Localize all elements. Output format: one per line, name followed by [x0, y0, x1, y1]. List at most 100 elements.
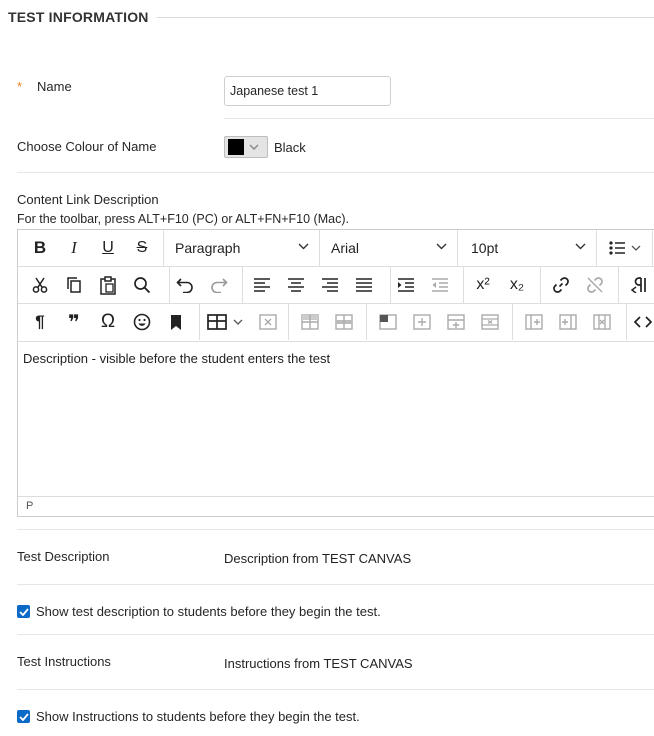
- redo-icon: [211, 278, 228, 293]
- italic-button[interactable]: I: [60, 230, 88, 266]
- justify-icon: [356, 278, 372, 292]
- divider: [17, 689, 654, 690]
- align-right-icon: [322, 278, 338, 292]
- table-cell-properties-button[interactable]: [330, 304, 358, 340]
- divider: [224, 118, 654, 119]
- align-center-button[interactable]: [282, 267, 310, 303]
- table-row-icon: [301, 314, 319, 330]
- copy-button[interactable]: [60, 267, 88, 303]
- insert-link-button[interactable]: [546, 267, 576, 303]
- editor-content[interactable]: Description - visible before the student…: [23, 351, 330, 366]
- clipboard-icon: [100, 275, 116, 295]
- block-format-select[interactable]: Paragraph: [164, 230, 319, 266]
- block-format-value: Paragraph: [175, 240, 241, 256]
- subscript-button[interactable]: x₂: [502, 267, 532, 303]
- show-description-label[interactable]: Show test description to students before…: [36, 604, 381, 619]
- blockquote-button[interactable]: ❞: [60, 304, 88, 340]
- undo-icon: [176, 278, 193, 293]
- paste-button[interactable]: [94, 267, 122, 303]
- cut-button[interactable]: [26, 267, 54, 303]
- table-insert-column-icon: [525, 314, 543, 330]
- name-input[interactable]: [224, 76, 391, 106]
- colour-label: Choose Colour of Name: [17, 139, 157, 154]
- bookmark-icon: [171, 314, 181, 330]
- emoticons-button[interactable]: [128, 304, 156, 340]
- divider: [17, 172, 654, 173]
- text-direction-button[interactable]: [624, 267, 654, 303]
- delete-row-button[interactable]: [476, 304, 504, 340]
- show-instructions-label[interactable]: Show Instructions to students before the…: [36, 709, 360, 724]
- strikethrough-button[interactable]: S: [128, 230, 156, 266]
- font-family-select[interactable]: Arial: [320, 230, 457, 266]
- toolbar-row-1: B I U S Paragraph Arial 10pt: [18, 230, 654, 267]
- indent-button[interactable]: [392, 267, 420, 303]
- table-insert-column-after-icon: [559, 314, 577, 330]
- divider: [17, 529, 654, 530]
- show-description-checkbox[interactable]: [17, 605, 30, 618]
- colour-value: Black: [274, 140, 306, 155]
- superscript-button[interactable]: x²: [468, 267, 498, 303]
- unlink-icon: [587, 277, 603, 293]
- test-instructions-value: Instructions from TEST CANVAS: [224, 656, 413, 671]
- chevron-down-icon: [244, 144, 264, 150]
- font-size-select[interactable]: 10pt: [458, 230, 596, 266]
- link-icon: [553, 277, 569, 293]
- copy-icon: [67, 277, 81, 293]
- delete-table-button[interactable]: [254, 304, 282, 340]
- insert-table-button[interactable]: [204, 304, 248, 340]
- test-description-value: Description from TEST CANVAS: [224, 551, 412, 566]
- name-label: Name: [37, 79, 72, 94]
- content-link-label: Content Link Description: [17, 192, 159, 207]
- redo-button[interactable]: [204, 267, 234, 303]
- divider: [17, 584, 654, 585]
- align-left-button[interactable]: [248, 267, 276, 303]
- section-divider: [157, 17, 654, 18]
- outdent-icon: [432, 278, 448, 292]
- outdent-button[interactable]: [426, 267, 454, 303]
- toolbar-row-2: x² x₂: [18, 267, 654, 304]
- insert-row-before-button[interactable]: [442, 304, 470, 340]
- paragraph-direction-icon: [630, 277, 646, 293]
- source-code-button[interactable]: [630, 304, 654, 340]
- toolbar-hint: For the toolbar, press ALT+F10 (PC) or A…: [17, 212, 349, 226]
- undo-button[interactable]: [170, 267, 200, 303]
- remove-link-button[interactable]: [580, 267, 610, 303]
- table-row-properties-button[interactable]: [296, 304, 324, 340]
- delete-column-button[interactable]: [588, 304, 616, 340]
- chevron-down-icon: [436, 243, 447, 250]
- smiley-icon: [133, 313, 151, 331]
- font-size-value: 10pt: [471, 240, 499, 256]
- chevron-down-icon: [575, 243, 586, 250]
- table-insert-row-icon: [447, 314, 465, 330]
- checkmark-icon: [18, 712, 29, 721]
- underline-button[interactable]: U: [94, 230, 122, 266]
- merge-cells-button[interactable]: [374, 304, 402, 340]
- code-icon: [633, 316, 652, 328]
- table-split-icon: [413, 314, 431, 330]
- search-icon: [134, 277, 151, 294]
- bullet-list-icon: [609, 241, 641, 255]
- divider: [17, 634, 654, 635]
- bullet-list-button[interactable]: [602, 230, 650, 266]
- find-button[interactable]: [128, 267, 156, 303]
- anchor-button[interactable]: [162, 304, 190, 340]
- table-cell-icon: [335, 314, 353, 330]
- align-center-icon: [288, 278, 304, 292]
- insert-column-after-button[interactable]: [554, 304, 582, 340]
- font-family-value: Arial: [331, 240, 360, 256]
- colour-picker-button[interactable]: [224, 136, 268, 158]
- show-blocks-button[interactable]: ¶: [26, 304, 54, 340]
- required-marker: *: [17, 79, 23, 94]
- scissors-icon: [32, 277, 48, 293]
- table-merge-icon: [379, 314, 397, 330]
- editor-status-path: P: [18, 496, 654, 516]
- bold-button[interactable]: B: [26, 230, 54, 266]
- insert-column-before-button[interactable]: [520, 304, 548, 340]
- justify-button[interactable]: [350, 267, 378, 303]
- split-cell-button[interactable]: [408, 304, 436, 340]
- special-character-button[interactable]: Ω: [94, 304, 122, 340]
- checkmark-icon: [18, 607, 29, 616]
- show-instructions-checkbox[interactable]: [17, 710, 30, 723]
- table-delete-row-icon: [481, 314, 499, 330]
- align-right-button[interactable]: [316, 267, 344, 303]
